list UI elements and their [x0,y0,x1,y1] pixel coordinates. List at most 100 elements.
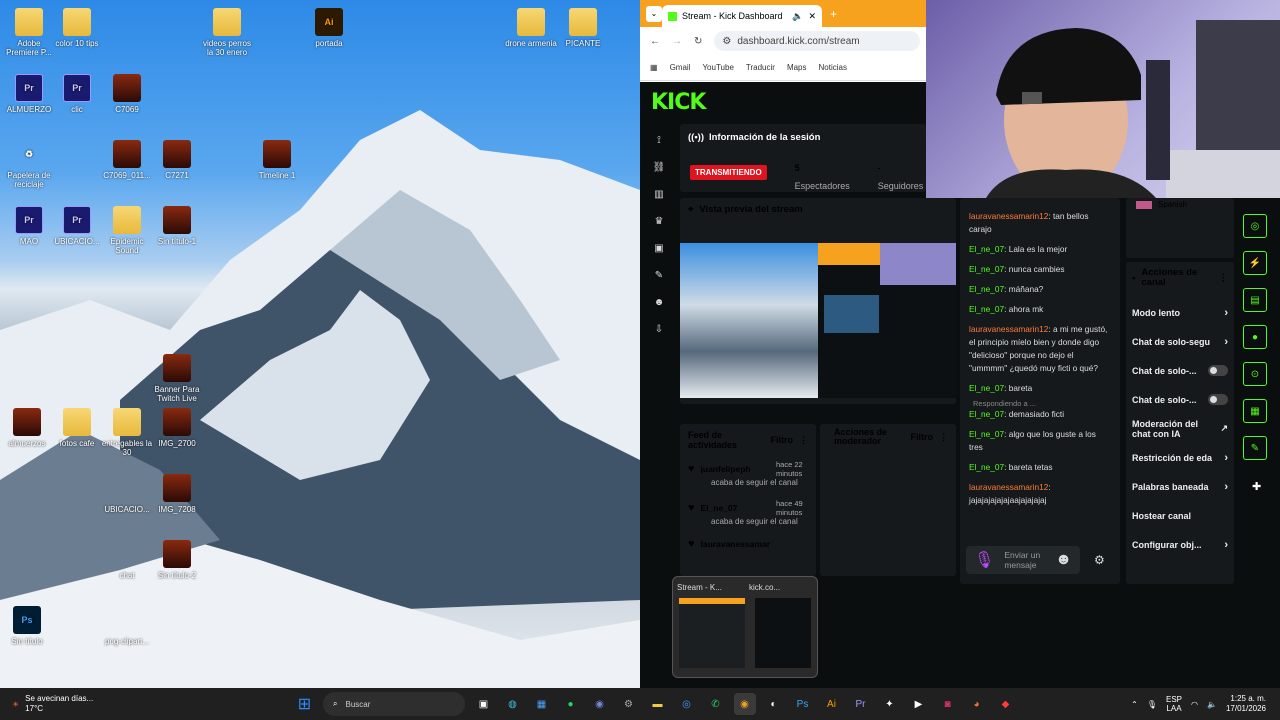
trophy-icon[interactable]: ♛ [649,216,669,236]
chat-message[interactable]: El_ne_07: demasiado ficti [969,408,1111,421]
broadcast-icon[interactable]: ⟟ [649,135,669,155]
desktop-icon[interactable]: drone armenia [504,8,558,48]
chat-username[interactable]: El_ne_07 [969,304,1004,314]
desktop-icon[interactable]: Timeline 1 [250,140,304,180]
broadcast-icon[interactable]: ⊙ [1243,362,1267,386]
desktop-icon[interactable]: C7069_011... [100,140,154,180]
desktop-icon[interactable]: Ps Sin título [0,606,54,646]
desktop-icon[interactable]: Sin título-1 [150,206,204,246]
feed-user[interactable]: lauravanessamarin12 [701,539,770,549]
audio-icon[interactable]: 🔈 [792,11,803,22]
channel-action-item[interactable]: Hostear canal [1132,501,1228,530]
close-tab-icon[interactable]: ✕ [808,11,816,22]
stream-preview-video[interactable] [680,243,956,398]
photoshop-icon[interactable]: Ps [792,693,814,715]
task-view-icon[interactable]: ▣ [473,693,495,715]
file-explorer-icon[interactable]: ▬ [647,693,669,715]
feed-filter-button[interactable]: Filtro [771,435,794,445]
desktop-icon[interactable]: almuerzos [0,408,54,448]
desktop-icon[interactable]: Pr UBICACIO... [50,206,104,246]
lang-code[interactable]: ESP [1166,695,1182,704]
spotify-icon[interactable]: ● [560,693,582,715]
channel-action-item[interactable]: Chat de solo-segu › [1132,327,1228,356]
channel-action-item[interactable]: Palabras baneada › [1132,472,1228,501]
channel-action-item[interactable]: Chat de solo-... [1132,385,1228,414]
reload-icon[interactable]: ↻ [694,36,702,47]
chat-message[interactable]: El_ne_07: bareta tetas [969,461,1111,474]
desktop-icon[interactable]: Adobe Premiere P... [2,8,56,57]
desktop-icon[interactable]: Epidemic Sound [100,206,154,255]
bolt-icon[interactable]: ⚡ [1243,251,1267,275]
davinci-icon[interactable]: ✦ [879,693,901,715]
desktop-icon[interactable]: videos perros la 30 enero [200,8,254,57]
new-tab-icon[interactable]: + [830,7,837,21]
chat-username[interactable]: El_ne_07 [969,264,1004,274]
chat-username[interactable]: El_ne_07 [969,284,1004,294]
tab-stream-dashboard[interactable]: Stream - Kick Dashboard 🔈 ✕ [662,5,822,27]
chevron-up-icon[interactable]: ⌃ [1131,700,1138,709]
chat-message[interactable]: lauravanessamarin12: tan bellos carajo [969,210,1111,236]
chat-bubble-icon[interactable]: ● [1243,325,1267,349]
volume-icon[interactable]: 🔈 [1207,700,1217,709]
site-info-icon[interactable]: ⚙ [722,36,731,47]
desktop-icon[interactable]: ♻ Papelera de reciclaje [2,140,56,189]
start-icon[interactable]: ⊞ [294,693,316,715]
wrench-icon[interactable]: ✎ [649,270,669,290]
taskbar-search[interactable]: ⌕ Buscar [323,692,465,716]
channel-action-item[interactable]: Chat de solo-... [1132,356,1228,385]
preview-thumb-1[interactable] [679,598,745,668]
firefox-icon[interactable]: ◕ [966,693,988,715]
link-icon[interactable]: ⛓ [649,162,669,182]
more-icon[interactable]: ⋮ [939,432,948,443]
desktop-icon[interactable]: Pr ALMUERZO [2,74,56,114]
steam-icon[interactable]: ⚙ [618,693,640,715]
illustrator-icon[interactable]: Ai [821,693,843,715]
chat-message[interactable]: El_ne_07: ahora mk [969,303,1111,316]
edge-icon[interactable]: ◍ [502,693,524,715]
camera-icon[interactable]: ◎ [1243,214,1267,238]
chat-username[interactable]: lauravanessamarin12 [969,482,1048,492]
stats-icon[interactable]: ▥ [649,189,669,209]
chat-username[interactable]: El_ne_07 [969,383,1004,393]
channel-action-item[interactable]: Modo lento › [1132,298,1228,327]
preview-thumb-2[interactable] [755,598,811,668]
kick-logo[interactable]: KICK [651,90,706,115]
chat-message[interactable]: El_ne_07: bareta [969,382,1111,395]
chat-username[interactable]: El_ne_07 [969,244,1004,254]
video-icon[interactable]: ▣ [649,243,669,263]
desktop-icon[interactable]: C7069 [100,74,154,114]
desktop-icon[interactable]: UBICACIO... [100,474,154,514]
bookmark-item[interactable]: Maps [787,63,807,72]
toggle-switch[interactable] [1208,394,1228,405]
channel-action-item[interactable]: Configurar obj... › [1132,530,1228,559]
feed-user[interactable]: juanfelipeph [701,464,770,474]
toggle-switch[interactable] [1208,365,1228,376]
bookmark-item[interactable]: Noticias [819,63,847,72]
preview-tab-1-label[interactable]: Stream - K... [677,583,743,592]
desktop-icon[interactable]: fotos cafe [50,408,104,448]
chat-settings-icon[interactable]: ⚙ [1094,553,1105,567]
mod-filter-button[interactable]: Filtro [911,432,934,442]
users-icon[interactable]: ☻ [649,297,669,317]
desktop-icon[interactable]: Pr MAO [2,206,56,246]
desktop-icon[interactable]: C7271 [150,140,204,180]
chrome-icon[interactable]: ◉ [733,693,756,715]
more-icon[interactable]: ⋮ [799,435,808,446]
tab-list-icon[interactable]: ⌄ [646,5,662,22]
bookmark-item[interactable]: YouTube [702,63,733,72]
store-icon[interactable]: ▦ [531,693,553,715]
capcut-icon[interactable]: ▶ [908,693,930,715]
document-icon[interactable]: ▤ [1243,288,1267,312]
lang-layout[interactable]: LAA [1166,704,1182,713]
bookmark-item[interactable]: Traducir [746,63,775,72]
clock-time[interactable]: 1:25 a. m. [1226,694,1266,704]
weather-widget[interactable]: ☀ Se avecinan días... 17°C [0,694,290,714]
instagram-icon[interactable]: ◙ [937,693,959,715]
download-icon[interactable]: ⇩ [649,324,669,344]
premiere-icon[interactable]: Pr [850,693,872,715]
layout-icon[interactable]: ▦ [1243,399,1267,423]
desktop-icon[interactable]: Ai portada [302,8,356,48]
chat-username[interactable]: El_ne_07 [969,429,1004,439]
mic-icon[interactable]: 🎙 [974,550,994,570]
url-field[interactable]: ⚙ dashboard.kick.com/stream [714,31,920,51]
